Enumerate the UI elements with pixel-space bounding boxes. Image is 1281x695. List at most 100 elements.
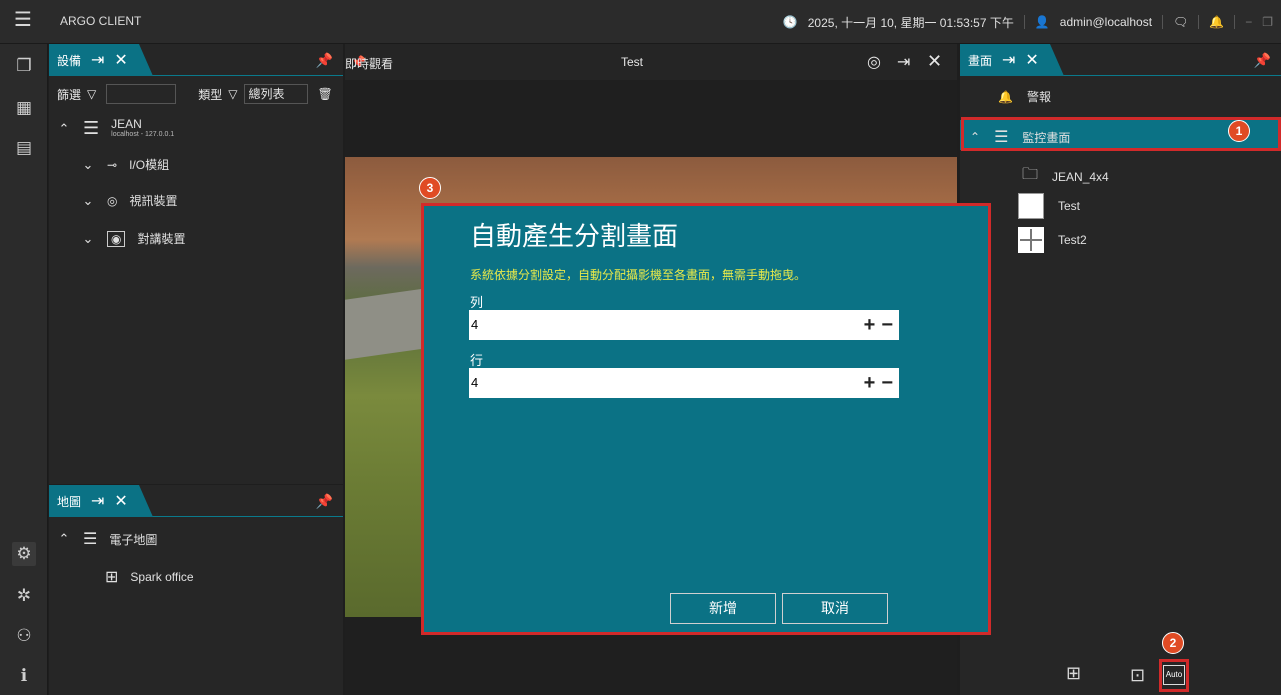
- step-badge: 1: [1228, 120, 1250, 142]
- tab-devices[interactable]: 設備 ⇥ ✕: [49, 44, 153, 76]
- export-icon[interactable]: ⇥: [91, 491, 104, 511]
- screen-item-row[interactable]: Test2: [1018, 227, 1087, 253]
- close-icon[interactable]: ✕: [1025, 50, 1038, 70]
- tab-map[interactable]: 地圖 ⇥ ✕: [49, 485, 153, 517]
- type-filter-icon[interactable]: ▽: [228, 87, 237, 101]
- clock-icon: 🕓: [782, 15, 798, 29]
- increment-icon[interactable]: +: [864, 368, 876, 398]
- top-bar-status: 🕓 2025, 十一月 10, 星期一 01:53:57 下午 👤 admin@…: [783, 10, 1273, 34]
- server-name: JEAN: [111, 117, 142, 132]
- views-icon[interactable]: ❐: [12, 54, 36, 78]
- export-icon[interactable]: ⇥: [897, 52, 910, 72]
- filter-bar: 篩選 ▽ 類型 ▽ 總列表 🗑: [57, 84, 333, 104]
- trash-icon[interactable]: 🗑: [318, 87, 333, 101]
- minimize-icon[interactable]: −: [1245, 15, 1252, 29]
- close-icon[interactable]: ✕: [114, 50, 127, 70]
- divider: [1234, 15, 1236, 29]
- info-icon[interactable]: ℹ: [12, 664, 36, 688]
- tab-devices-label: 設備: [57, 53, 82, 68]
- screens-panel-header: 畫面 ⇥ ✕ 📌: [960, 44, 1281, 76]
- filter-icon[interactable]: ▽: [87, 87, 96, 101]
- close-icon[interactable]: ✕: [927, 51, 942, 72]
- pin-icon[interactable]: 📌: [316, 52, 333, 69]
- step-badge: 3: [419, 177, 441, 199]
- intercom-icon: ◉: [107, 230, 126, 247]
- chevron-up-icon[interactable]: ⌃: [57, 121, 71, 137]
- tab-screens[interactable]: 畫面 ⇥ ✕: [960, 44, 1064, 76]
- tab-map-label: 地圖: [57, 494, 82, 509]
- server-icon: ☰: [83, 118, 100, 138]
- map-item-label: Spark office: [130, 570, 194, 584]
- folder-icon: 🗀: [1022, 166, 1039, 183]
- auto-split-dialog: 自動產生分割畫面 系統依據分割設定，自動分配攝影機至各畫面，無需手動拖曳。 列 …: [421, 203, 991, 635]
- columns-value: 4: [471, 317, 479, 332]
- layout-editor-icon[interactable]: ▦: [12, 96, 36, 120]
- report-icon[interactable]: ▤: [12, 136, 36, 160]
- chevron-up-icon[interactable]: ⌃: [57, 531, 71, 547]
- account-icon[interactable]: ⚇: [12, 624, 36, 648]
- columns-input[interactable]: 4 + −: [469, 310, 899, 340]
- restore-icon[interactable]: ❐: [1262, 15, 1273, 29]
- single-layout-thumbnail: [1018, 193, 1044, 219]
- tree-group-video[interactable]: ⌄ ◎ 視訊裝置: [81, 192, 178, 209]
- chat-icon[interactable]: 🗨: [1173, 15, 1188, 29]
- dialog-description: 系統依據分割設定，自動分配攝影機至各畫面，無需手動拖曳。: [470, 268, 807, 282]
- export-icon[interactable]: ⇥: [91, 50, 104, 70]
- decrement-icon[interactable]: −: [881, 310, 893, 340]
- bell-icon: 🔔: [998, 89, 1013, 104]
- filter-input[interactable]: [106, 84, 177, 104]
- chevron-down-icon[interactable]: ⌄: [81, 231, 95, 247]
- decrement-icon[interactable]: −: [881, 368, 893, 398]
- app-window: ☰ ARGO CLIENT 🕓 2025, 十一月 10, 星期一 01:53:…: [0, 0, 1281, 695]
- user-name[interactable]: admin@localhost: [1060, 15, 1152, 29]
- rows-input[interactable]: 4 + −: [469, 368, 899, 398]
- user-icon: 👤: [1034, 15, 1050, 29]
- columns-label: 列: [470, 295, 484, 310]
- screen-folder-row[interactable]: 🗀 JEAN_4x4: [1022, 163, 1109, 190]
- io-module-icon: ⊸: [107, 157, 118, 172]
- chevron-down-icon[interactable]: ⌄: [81, 193, 95, 209]
- bell-icon[interactable]: 🔔: [1209, 15, 1224, 29]
- cancel-button[interactable]: 取消: [782, 593, 888, 624]
- add-layout-icon[interactable]: ⊞: [1066, 663, 1081, 684]
- pin-icon[interactable]: 📌: [1254, 52, 1271, 69]
- divider: [1023, 15, 1025, 29]
- increment-icon[interactable]: +: [864, 310, 876, 340]
- config-icon[interactable]: ✲: [12, 584, 36, 608]
- tree-group-io[interactable]: ⌄ ⊸ I/O模組: [81, 156, 170, 173]
- divider: [1162, 15, 1164, 29]
- tree-group-intercom[interactable]: ⌄ ◉ 對講裝置: [81, 230, 186, 247]
- map-item[interactable]: ⊞ Spark office: [105, 567, 194, 587]
- chevron-down-icon[interactable]: ⌄: [81, 157, 95, 173]
- map-root-label: 電子地圖: [109, 532, 158, 547]
- export-icon[interactable]: ⇥: [1002, 50, 1015, 70]
- map-list-icon: ☰: [83, 531, 98, 548]
- type-select[interactable]: 總列表: [243, 84, 308, 104]
- add-button[interactable]: 新增: [670, 593, 776, 624]
- screen-item-label: Test2: [1058, 233, 1087, 247]
- new-folder-icon[interactable]: ⊡: [1130, 665, 1145, 686]
- close-icon[interactable]: ✕: [114, 491, 127, 511]
- group-label: 對講裝置: [137, 232, 186, 246]
- devices-panel: 設備 ⇥ ✕ 📌 篩選 ▽ 類型 ▽ 總列表 🗑 ⌃ ☰ JEAN localh…: [49, 44, 343, 484]
- devices-panel-header: 設備 ⇥ ✕ 📌: [49, 44, 343, 76]
- pin-icon[interactable]: 📌: [316, 493, 333, 510]
- view-name: Test: [621, 55, 644, 69]
- live-view-tab[interactable]: 即時觀看: [345, 55, 393, 72]
- datetime-text: 2025, 十一月 10, 星期一 01:53:57 下午: [807, 15, 1014, 30]
- alarm-row[interactable]: 🔔 警報: [998, 88, 1051, 105]
- highlight-box: [1159, 659, 1189, 692]
- quad-layout-thumbnail: [1018, 227, 1044, 253]
- left-rail: ❐ ▦ ▤ ⚙ ✲ ⚇ ℹ: [0, 44, 48, 695]
- top-bar: ☰ ARGO CLIENT 🕓 2025, 十一月 10, 星期一 01:53:…: [0, 0, 1281, 44]
- screen-item-row[interactable]: Test: [1018, 193, 1080, 219]
- screen-item-label: JEAN_4x4: [1052, 169, 1109, 184]
- group-label: I/O模組: [129, 158, 170, 172]
- map-panel-header: 地圖 ⇥ ✕ 📌: [49, 485, 343, 517]
- settings-gear-icon[interactable]: ⚙: [12, 542, 36, 566]
- hamburger-menu-icon[interactable]: ☰: [12, 10, 34, 30]
- live-view-header: 📌 即時觀看 Test ◎ ⇥ ✕: [345, 44, 957, 80]
- server-row[interactable]: ⌃ ☰ JEAN localhost - 127.0.0.1: [57, 117, 175, 139]
- locate-icon[interactable]: ◎: [867, 52, 881, 72]
- map-root-row[interactable]: ⌃ ☰ 電子地圖: [57, 529, 158, 549]
